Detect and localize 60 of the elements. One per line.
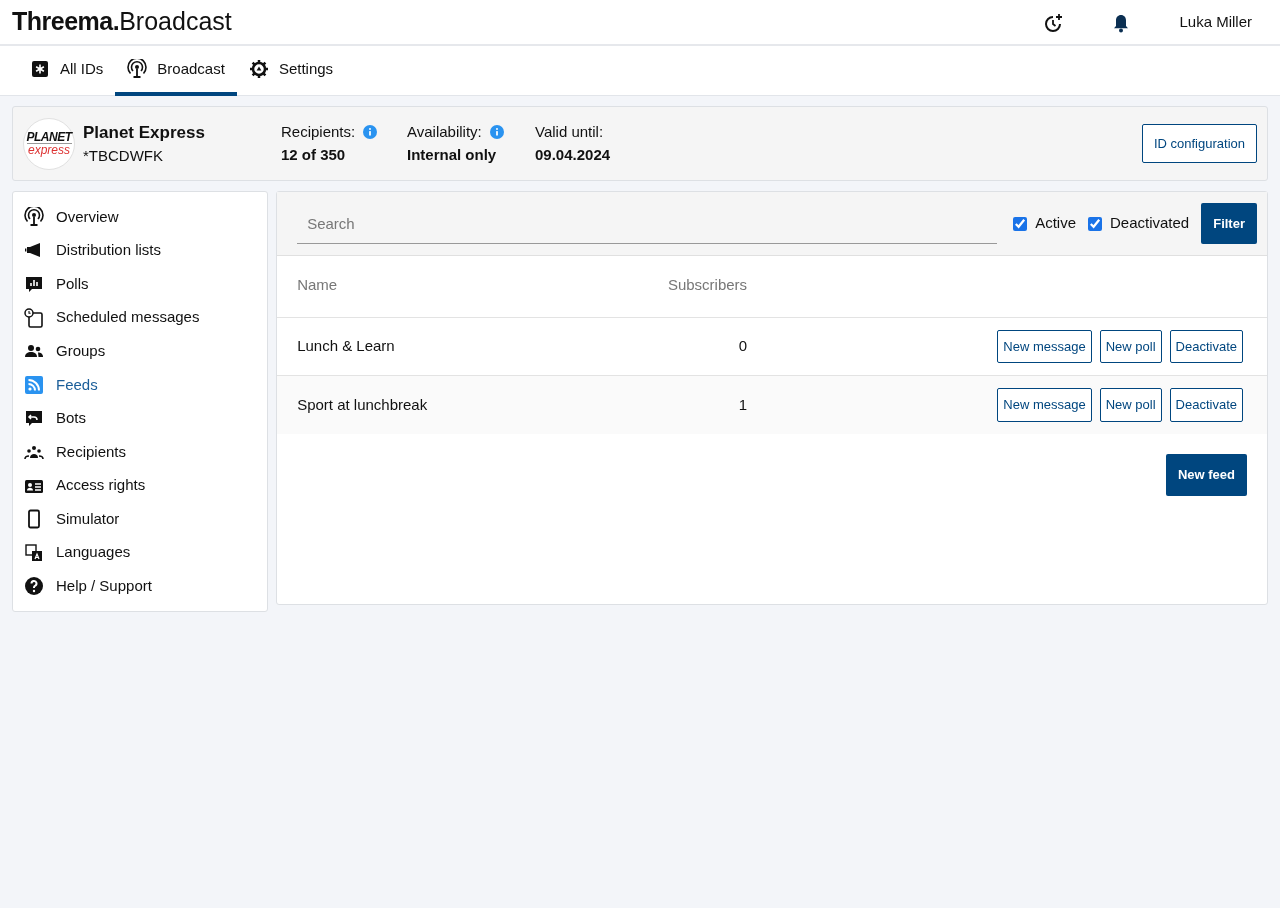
chart-bubble-icon <box>24 274 44 294</box>
column-header: Subscribers <box>666 275 748 295</box>
id-configuration-button[interactable]: ID configuration <box>1141 123 1257 164</box>
logo-text: PLANET <box>26 131 72 144</box>
question-icon <box>24 576 44 597</box>
clock-calendar-icon <box>24 307 44 328</box>
settings-icon <box>248 59 269 79</box>
reply-bubble-icon <box>24 408 44 429</box>
sidebar-item[interactable]: Groups <box>13 334 268 368</box>
logo-text: express <box>28 144 70 156</box>
sidebar-item[interactable]: Bots <box>13 401 268 436</box>
user-name[interactable]: Luka Miller <box>1179 10 1252 34</box>
checkbox[interactable] <box>1088 216 1102 231</box>
stat-value: Internal only <box>407 144 498 165</box>
checkbox-label: Deactivated <box>1110 213 1190 234</box>
row-action-button[interactable]: Deactivate <box>1169 388 1243 422</box>
sidebar-item[interactable]: Polls <box>13 267 268 301</box>
stat-label: Valid until: <box>535 122 604 142</box>
translate-icon <box>24 542 44 563</box>
table-cell-text: Sport at lunchbreak <box>297 394 429 415</box>
antenna-icon <box>24 206 44 227</box>
sidebar-item[interactable]: Simulator <box>13 502 268 536</box>
sidebar-item[interactable]: Feeds <box>13 367 268 402</box>
nav-tab[interactable]: All IDs <box>18 46 116 96</box>
profile-id: *TBCDWFK <box>83 146 164 166</box>
nav-tab[interactable]: Settings <box>236 46 346 96</box>
sidebar-item[interactable]: Distribution lists <box>13 233 268 268</box>
stat-value: 09.04.2024 <box>535 144 612 165</box>
stat-label: Recipients: <box>281 122 356 142</box>
nav-tab[interactable]: Broadcast <box>115 46 237 96</box>
filter-button[interactable]: Filter <box>1201 202 1257 245</box>
asterisk-icon <box>30 59 50 79</box>
brand-logo-text: Threema. <box>12 6 120 38</box>
info-icon <box>363 125 378 140</box>
row-action-button[interactable]: Deactivate <box>1169 329 1243 364</box>
checkbox-label: Active <box>1035 213 1076 234</box>
column-header: Name <box>297 275 339 295</box>
sidebar-item[interactable]: Access rights <box>13 468 268 503</box>
stat-value: 12 of 350 <box>281 144 347 165</box>
sidebar-item[interactable]: Scheduled messages <box>13 300 268 335</box>
row-action-button[interactable]: New poll <box>1099 329 1162 364</box>
brand-logo-text: Broadcast <box>119 6 232 38</box>
row-action-button[interactable]: New message <box>997 388 1092 422</box>
sidebar-item[interactable]: Languages <box>13 535 268 570</box>
new-feed-button[interactable]: New feed <box>1165 454 1247 496</box>
sidebar-item[interactable]: Recipients <box>13 435 268 469</box>
stat-label: Availability: <box>407 122 482 142</box>
table-cell-text: Lunch & Learn <box>297 336 396 357</box>
antenna-icon <box>127 59 148 79</box>
info-icon <box>489 125 504 140</box>
rss-icon <box>24 374 44 395</box>
sidebar-item[interactable]: Overview <box>13 200 268 234</box>
row-action-button[interactable]: New message <box>997 329 1092 364</box>
profile-name: Planet Express <box>83 121 206 144</box>
checkbox[interactable] <box>1013 216 1028 231</box>
row-action-button[interactable]: New poll <box>1099 388 1162 422</box>
table-cell-text: 0 <box>737 336 748 357</box>
table-cell-text: 1 <box>737 394 748 415</box>
sidebar-item[interactable]: Help / Support <box>13 569 268 604</box>
clock-plus-icon <box>1043 12 1064 33</box>
